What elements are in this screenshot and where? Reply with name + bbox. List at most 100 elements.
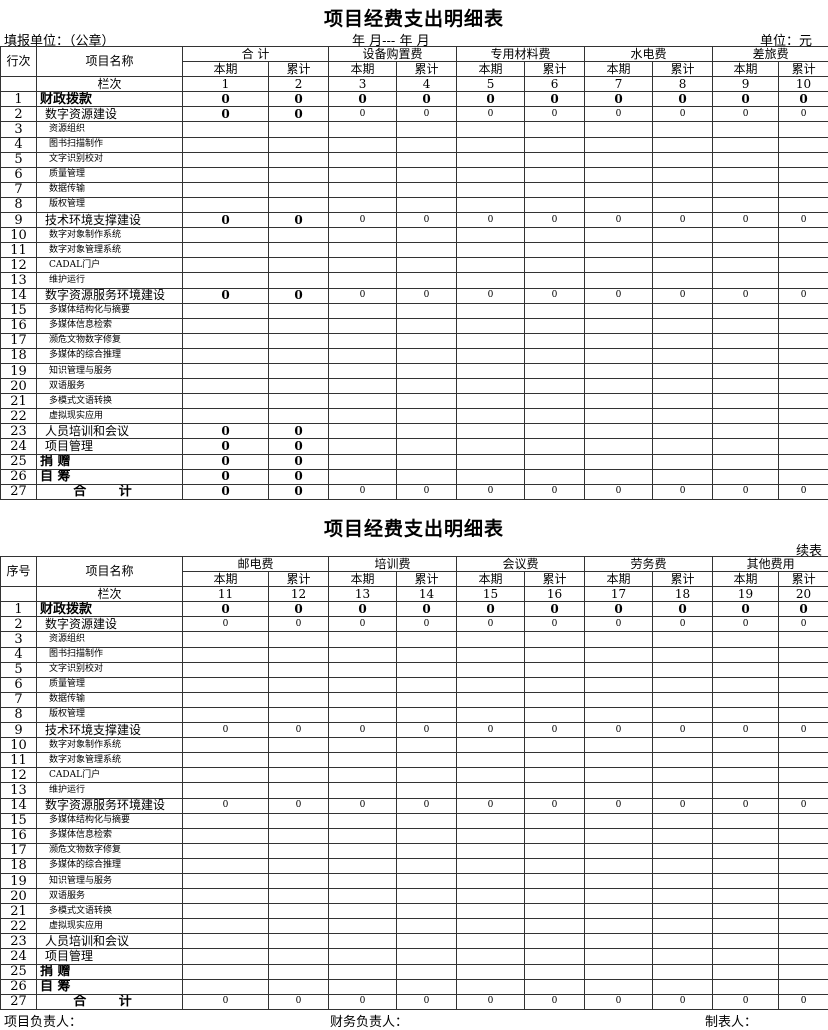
- value-cell: [525, 228, 585, 243]
- value-cell: [397, 783, 457, 798]
- value-cell: [397, 632, 457, 647]
- value-cell: [779, 738, 828, 753]
- value-cell: [525, 904, 585, 919]
- value-cell: 0: [329, 92, 397, 107]
- value-cell: [457, 889, 525, 904]
- value-cell: [779, 828, 828, 843]
- value-cell: [653, 738, 713, 753]
- value-cell: [779, 469, 828, 484]
- item-name: 图书扫描制作: [37, 647, 183, 662]
- table-row: 4图书扫描制作: [1, 137, 828, 152]
- value-cell: [269, 783, 329, 798]
- row-number: 13: [1, 273, 37, 288]
- value-cell: [779, 647, 828, 662]
- value-cell: 0: [525, 107, 585, 122]
- value-cell: [713, 197, 779, 212]
- cumulative-header: 累计: [653, 62, 713, 77]
- value-cell: 0: [183, 288, 269, 303]
- table-row: 7数据传输: [1, 692, 828, 707]
- value-cell: [329, 243, 397, 258]
- group-header: 设备购置费: [329, 47, 457, 62]
- value-cell: [585, 873, 653, 888]
- item-name: 技术环境支撑建设: [37, 723, 183, 738]
- value-cell: 0: [585, 288, 653, 303]
- value-cell: 0: [585, 92, 653, 107]
- value-cell: [329, 662, 397, 677]
- value-cell: [269, 394, 329, 409]
- value-cell: [397, 904, 457, 919]
- row-number-header: 行次: [1, 47, 37, 77]
- table-row: 24项目管理: [1, 949, 828, 964]
- column-number: 18: [653, 587, 713, 602]
- value-cell: [653, 167, 713, 182]
- value-cell: 0: [329, 288, 397, 303]
- value-cell: [269, 167, 329, 182]
- value-cell: [329, 889, 397, 904]
- item-name: 濒危文物数字修复: [37, 333, 183, 348]
- value-cell: [183, 258, 269, 273]
- value-cell: [779, 303, 828, 318]
- value-cell: [397, 409, 457, 424]
- value-cell: 0: [713, 107, 779, 122]
- value-cell: [183, 137, 269, 152]
- value-cell: [269, 318, 329, 333]
- row-number: 17: [1, 333, 37, 348]
- value-cell: [329, 904, 397, 919]
- value-cell: [713, 303, 779, 318]
- value-cell: [779, 949, 828, 964]
- value-cell: [457, 182, 525, 197]
- value-cell: [653, 949, 713, 964]
- value-cell: 0: [779, 92, 828, 107]
- value-cell: 0: [397, 602, 457, 617]
- value-cell: [457, 469, 525, 484]
- value-cell: [525, 409, 585, 424]
- current-period-header: 本期: [457, 62, 525, 77]
- table-row: 20双语服务: [1, 889, 828, 904]
- current-period-header: 本期: [329, 572, 397, 587]
- value-cell: [713, 738, 779, 753]
- value-cell: 0: [183, 617, 269, 632]
- value-cell: [269, 707, 329, 722]
- value-cell: [457, 949, 525, 964]
- value-cell: [653, 273, 713, 288]
- value-cell: [585, 273, 653, 288]
- value-cell: [397, 303, 457, 318]
- item-name: 濒危文物数字修复: [37, 843, 183, 858]
- column-number: 20: [779, 587, 828, 602]
- table-row: 9技术环境支撑建设0000000000: [1, 723, 828, 738]
- row-number: 24: [1, 439, 37, 454]
- row-number: 19: [1, 873, 37, 888]
- value-cell: [779, 243, 828, 258]
- value-cell: [713, 469, 779, 484]
- value-cell: [585, 333, 653, 348]
- value-cell: [585, 647, 653, 662]
- value-cell: [457, 348, 525, 363]
- value-cell: [457, 647, 525, 662]
- value-cell: 0: [457, 213, 525, 228]
- value-cell: [269, 348, 329, 363]
- value-cell: [653, 197, 713, 212]
- item-name: 多媒体的综合推理: [37, 348, 183, 363]
- value-cell: [183, 409, 269, 424]
- value-cell: [585, 197, 653, 212]
- value-cell: 0: [329, 617, 397, 632]
- item-name-header: 项目名称: [37, 47, 183, 77]
- value-cell: [329, 843, 397, 858]
- item-name: 多媒体信息检索: [37, 318, 183, 333]
- value-cell: [713, 409, 779, 424]
- item-name: 捐 赠: [37, 454, 183, 469]
- value-cell: [525, 632, 585, 647]
- value-cell: [183, 632, 269, 647]
- current-period-header: 本期: [183, 572, 269, 587]
- value-cell: 0: [779, 288, 828, 303]
- row-number: 16: [1, 318, 37, 333]
- table-row: 12CADAL门户: [1, 258, 828, 273]
- item-name: 数字资源服务环境建设: [37, 288, 183, 303]
- item-name: 数据传输: [37, 182, 183, 197]
- value-cell: [713, 424, 779, 439]
- table-row: 16多媒体信息检索: [1, 318, 828, 333]
- value-cell: 0: [269, 288, 329, 303]
- cumulative-header: 累计: [779, 62, 828, 77]
- item-name: 资源组织: [37, 122, 183, 137]
- value-cell: 0: [585, 107, 653, 122]
